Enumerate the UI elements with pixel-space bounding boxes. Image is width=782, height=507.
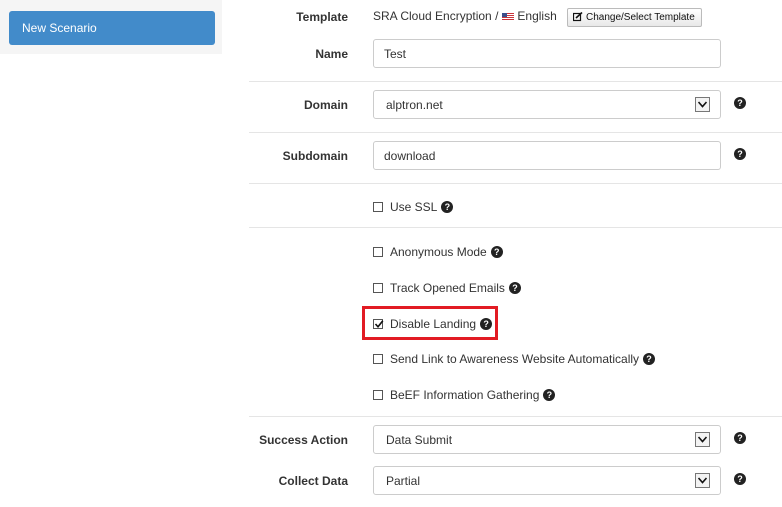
template-value: SRA Cloud Encryption / English bbox=[373, 9, 557, 23]
domain-select[interactable]: alptron.net bbox=[373, 90, 721, 119]
send-link-help-icon[interactable]: ? bbox=[643, 352, 656, 365]
new-scenario-button[interactable]: New Scenario bbox=[9, 11, 215, 45]
us-flag-icon bbox=[502, 13, 515, 21]
use-ssl-checkbox[interactable] bbox=[373, 202, 383, 212]
collect-data-select[interactable]: Partial bbox=[373, 466, 721, 495]
track-opened-emails-checkbox[interactable] bbox=[373, 283, 383, 293]
success-action-label: Success Action bbox=[259, 433, 348, 447]
domain-label: Domain bbox=[303, 98, 348, 112]
use-ssl-help-icon[interactable]: ? bbox=[441, 200, 454, 213]
subdomain-help-icon[interactable]: ? bbox=[734, 148, 746, 160]
highlight-box bbox=[362, 306, 498, 340]
chevron-down-icon bbox=[695, 473, 710, 488]
divider bbox=[249, 132, 782, 133]
beef-gathering-label: BeEF Information Gathering bbox=[390, 388, 540, 402]
send-link-label: Send Link to Awareness Website Automatic… bbox=[390, 352, 640, 366]
subdomain-input[interactable] bbox=[373, 141, 721, 170]
anonymous-mode-help-icon[interactable]: ? bbox=[490, 245, 503, 258]
send-link-checkbox[interactable] bbox=[373, 354, 383, 364]
sidebar: New Scenario bbox=[0, 0, 222, 54]
collect-data-value: Partial bbox=[386, 474, 421, 488]
template-name: SRA Cloud Encryption / bbox=[373, 9, 499, 23]
success-action-value: Data Submit bbox=[386, 433, 453, 447]
subdomain-label: Subdomain bbox=[282, 149, 348, 163]
change-template-button[interactable]: Change/Select Template bbox=[567, 8, 702, 27]
anonymous-mode-checkbox[interactable] bbox=[373, 247, 383, 257]
collect-data-label: Collect Data bbox=[278, 474, 348, 488]
domain-help-icon[interactable]: ? bbox=[734, 97, 746, 109]
use-ssl-label: Use SSL bbox=[390, 200, 438, 214]
beef-gathering-help-icon[interactable]: ? bbox=[543, 388, 556, 401]
divider bbox=[249, 416, 782, 417]
name-input[interactable] bbox=[373, 39, 721, 68]
collect-data-help-icon[interactable]: ? bbox=[734, 473, 746, 485]
divider bbox=[249, 227, 782, 228]
divider bbox=[249, 183, 782, 184]
domain-value: alptron.net bbox=[386, 98, 443, 112]
track-opened-emails-help-icon[interactable]: ? bbox=[508, 281, 521, 294]
beef-gathering-checkbox[interactable] bbox=[373, 390, 383, 400]
anonymous-mode-label: Anonymous Mode bbox=[390, 245, 487, 259]
success-action-select[interactable]: Data Submit bbox=[373, 425, 721, 454]
divider bbox=[249, 81, 782, 82]
success-action-help-icon[interactable]: ? bbox=[734, 432, 746, 444]
name-label: Name bbox=[315, 47, 348, 61]
track-opened-emails-label: Track Opened Emails bbox=[390, 281, 505, 295]
chevron-down-icon bbox=[695, 432, 710, 447]
edit-icon bbox=[573, 12, 583, 22]
template-label: Template bbox=[296, 10, 348, 24]
chevron-down-icon bbox=[695, 97, 710, 112]
template-language: English bbox=[517, 9, 557, 23]
change-template-label: Change/Select Template bbox=[586, 12, 695, 23]
